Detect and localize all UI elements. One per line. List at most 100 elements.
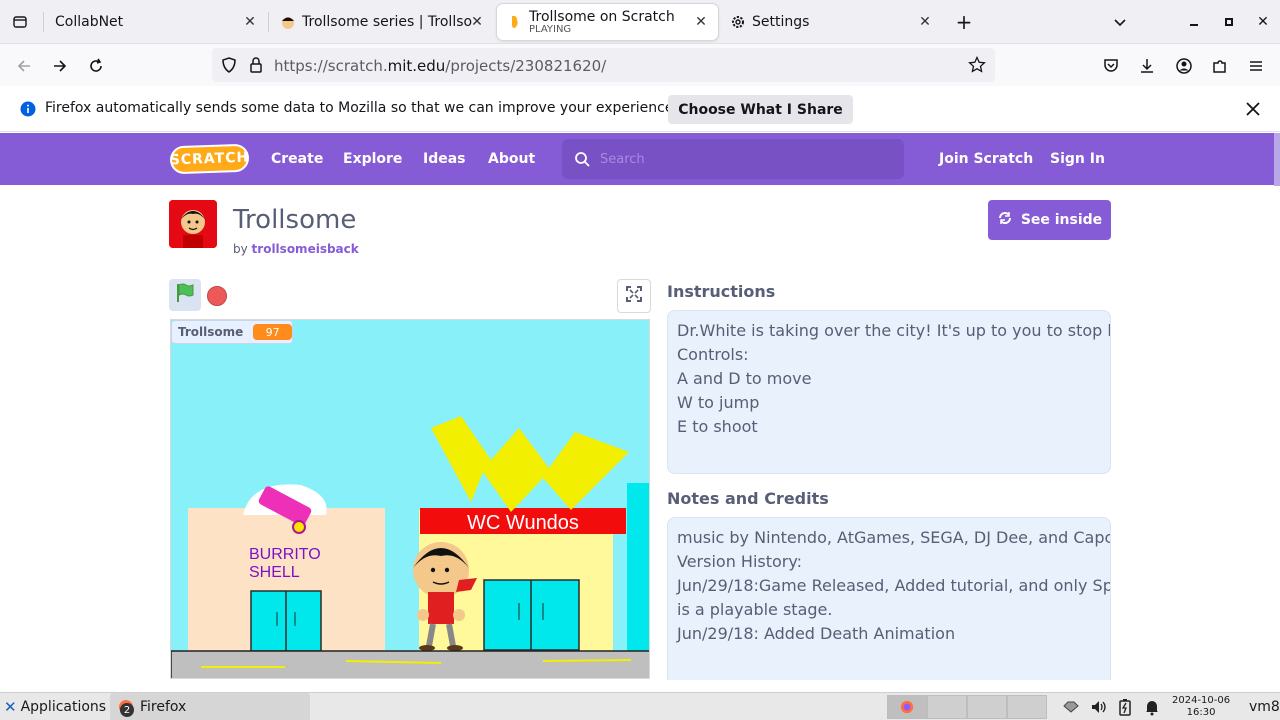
project-title: Trollsome <box>233 205 357 235</box>
notes-line: music by Nintendo, AtGames, SEGA, DJ Dee… <box>677 528 1111 547</box>
burrito-shell-line1: BURRITO <box>249 546 321 563</box>
reload-icon[interactable] <box>82 52 110 80</box>
instructions-line: E to shoot <box>677 417 758 436</box>
instructions-heading: Instructions <box>667 282 776 301</box>
forward-arrow-icon[interactable] <box>46 52 74 80</box>
url-bar[interactable]: https://scratch.mit.edu/projects/2308216… <box>212 48 995 82</box>
by-label: by <box>233 242 248 256</box>
bookmark-star-icon[interactable] <box>968 55 986 78</box>
network-icon[interactable] <box>1062 693 1080 720</box>
user-label[interactable]: vm8 <box>1249 693 1280 720</box>
burrito-shell-sign: BURRITO SHELL <box>249 546 321 582</box>
choose-what-i-share-button[interactable]: Choose What I Share <box>668 95 853 124</box>
notes-line: Version History: <box>677 552 803 571</box>
see-inside-label: See inside <box>1020 212 1103 228</box>
extensions-icon[interactable] <box>1206 52 1234 80</box>
lock-icon[interactable] <box>248 56 264 78</box>
navigation-toolbar: https://scratch.mit.edu/projects/2308216… <box>0 44 1280 86</box>
tab-settings[interactable]: Settings ✕ <box>720 4 942 40</box>
close-tab-icon[interactable]: ✕ <box>692 13 710 31</box>
tab-title: Settings <box>752 14 810 30</box>
workspace-1[interactable] <box>887 695 927 719</box>
notification-bell-icon[interactable] <box>1144 693 1160 720</box>
account-icon[interactable] <box>1170 52 1198 80</box>
window-count-badge: 2 <box>120 703 134 717</box>
wc-wundos-sign: WC Wundos <box>467 511 579 534</box>
join-scratch-link[interactable]: Join Scratch <box>939 151 1033 167</box>
notes-heading: Notes and Credits <box>667 489 829 508</box>
author-link[interactable]: trollsomeisback <box>252 242 359 256</box>
applications-menu[interactable]: ✕ Applications <box>4 693 106 720</box>
gear-icon <box>730 14 746 30</box>
nav-explore[interactable]: Explore <box>343 151 402 167</box>
scratch-navbar: SCRATCH Create Explore Ideas About Join … <box>0 133 1280 185</box>
url-path: /projects/230821620/ <box>445 57 607 75</box>
search-icon <box>574 151 590 171</box>
instructions-line: Controls: <box>677 345 749 364</box>
close-tab-icon[interactable]: ✕ <box>241 13 259 31</box>
back-arrow-icon[interactable] <box>10 52 38 80</box>
os-taskbar: ✕ Applications 2 Firefox 2024-10-06 16:3… <box>0 692 1280 720</box>
shield-icon[interactable] <box>220 56 238 78</box>
fullscreen-button[interactable] <box>617 279 651 313</box>
author-avatar[interactable] <box>169 200 217 248</box>
clock-time: 16:30 <box>1186 707 1216 718</box>
search-input[interactable] <box>600 149 890 169</box>
applications-label: Applications <box>20 699 107 715</box>
workspace-3[interactable] <box>967 695 1007 719</box>
trollsome-face-icon <box>280 14 296 30</box>
project-stage[interactable]: WC Wundos BURRITO SHELL Trollsome 97 <box>170 319 650 679</box>
firefox-taskbar-button[interactable]: 2 Firefox <box>110 693 310 720</box>
close-tab-icon[interactable]: ✕ <box>468 13 486 31</box>
page-scrollbar[interactable] <box>1274 133 1280 186</box>
url-text[interactable]: https://scratch.mit.edu/projects/2308216… <box>274 57 606 75</box>
clock-date: 2024-10-06 <box>1172 695 1231 706</box>
url-prefix: https://scratch. <box>274 57 388 75</box>
notes-line: Jun/29/18: Added Death Animation <box>677 624 956 643</box>
stop-button[interactable] <box>207 286 227 306</box>
info-icon <box>20 101 36 121</box>
downloads-icon[interactable] <box>1133 52 1161 80</box>
tab-trollsome-series[interactable]: Trollsome series | Trollso ✕ <box>270 4 494 40</box>
new-tab-plus-icon[interactable]: + <box>952 10 976 34</box>
tab-separator <box>43 12 44 32</box>
minimize-window-icon[interactable] <box>1182 10 1206 34</box>
volume-icon[interactable] <box>1090 693 1108 720</box>
green-flag-button[interactable] <box>169 279 201 311</box>
nav-create[interactable]: Create <box>271 151 323 167</box>
instructions-box: Dr.White is taking over the city! It's u… <box>667 310 1111 474</box>
close-window-icon[interactable]: ✕ <box>1251 10 1275 34</box>
notification-text: Firefox automatically sends some data to… <box>45 100 678 116</box>
maximize-window-icon[interactable] <box>1217 10 1241 34</box>
tab-trollsome-scratch[interactable]: Trollsome on Scratch PLAYING ✕ <box>497 4 718 40</box>
url-host: mit.edu <box>387 57 446 75</box>
list-all-tabs-chevron-icon[interactable] <box>1108 10 1132 34</box>
close-tab-icon[interactable]: ✕ <box>916 13 934 31</box>
scratch-cat-icon <box>507 14 523 30</box>
hamburger-menu-icon[interactable] <box>1242 52 1270 80</box>
xfce-logo-icon: ✕ <box>4 698 17 716</box>
monitor-value: 97 <box>253 324 292 340</box>
close-notification-icon[interactable] <box>1244 100 1262 122</box>
tab-list-icon[interactable] <box>8 10 32 34</box>
instructions-line: A and D to move <box>677 369 812 388</box>
workspace-4[interactable] <box>1007 695 1047 719</box>
workspace-2[interactable] <box>927 695 967 719</box>
nav-ideas[interactable]: Ideas <box>423 151 466 167</box>
tab-strip: CollabNet ✕ Trollsome series | Trollso ✕… <box>0 0 1280 44</box>
stage-scene <box>171 416 649 678</box>
tab-collabnet[interactable]: CollabNet ✕ <box>45 4 267 40</box>
burrito-shell-line2: SHELL <box>249 564 300 581</box>
data-collection-notification: Firefox automatically sends some data to… <box>0 86 1280 132</box>
monitor-label: Trollsome <box>178 325 244 339</box>
notes-line: Jun/29/18:Game Released, Added tutorial,… <box>677 576 1111 595</box>
nav-about[interactable]: About <box>488 151 535 167</box>
clock[interactable]: 2024-10-06 16:30 <box>1172 693 1230 720</box>
see-inside-button[interactable]: See inside <box>988 200 1111 240</box>
sign-in-link[interactable]: Sign In <box>1050 151 1105 167</box>
tab-title: Trollsome series | Trollso <box>302 14 472 30</box>
scratch-logo[interactable]: SCRATCH <box>170 143 249 175</box>
battery-icon[interactable] <box>1118 693 1132 720</box>
pocket-icon[interactable] <box>1097 52 1125 80</box>
instructions-line: Dr.White is taking over the city! It's u… <box>677 321 1111 340</box>
